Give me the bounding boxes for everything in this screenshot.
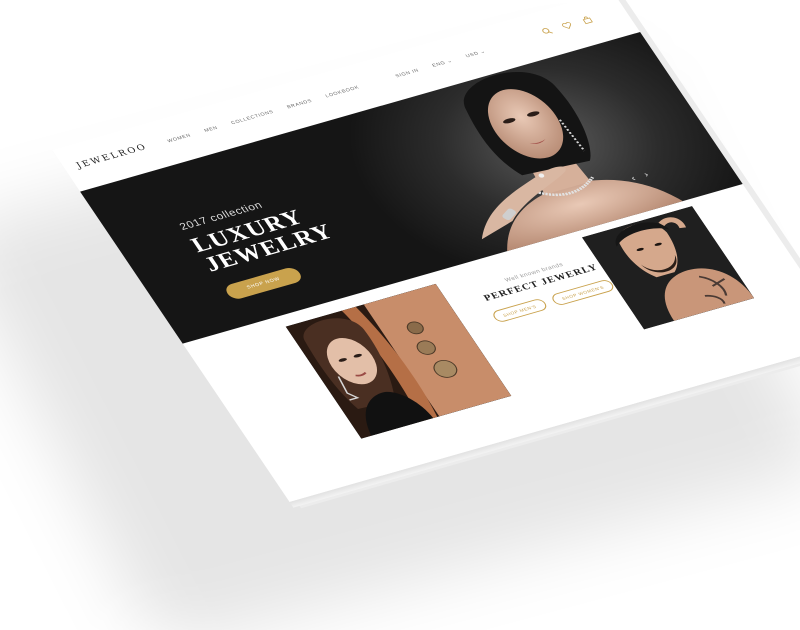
currency-select[interactable]: Eng ⌄ bbox=[431, 58, 454, 68]
nav-item-lookbook[interactable]: Lookbook bbox=[324, 85, 360, 99]
shop-mens-button[interactable]: Shop men's bbox=[490, 297, 549, 324]
nav-item-women[interactable]: Women bbox=[166, 133, 192, 144]
nav-item-brands[interactable]: Brands bbox=[286, 98, 314, 110]
header-icons bbox=[540, 15, 594, 36]
search-icon[interactable] bbox=[540, 26, 554, 36]
women-category-tile[interactable] bbox=[285, 283, 512, 439]
hero-title: LUXURY JEWELRY bbox=[186, 206, 339, 277]
nav-item-men[interactable]: Men bbox=[203, 125, 219, 133]
language-select[interactable]: USD ⌄ bbox=[465, 49, 487, 59]
heart-icon[interactable] bbox=[560, 21, 574, 31]
mockup-stage: JEWELROO Women Men Collections Brands Lo… bbox=[0, 0, 800, 630]
site-logo[interactable]: JEWELROO bbox=[75, 143, 150, 171]
header-utility-nav: Sign in Eng ⌄ USD ⌄ bbox=[394, 49, 487, 79]
shop-now-button[interactable]: Shop now bbox=[222, 265, 305, 301]
men-model-image bbox=[582, 206, 755, 330]
nav-item-collections[interactable]: Collections bbox=[230, 109, 275, 126]
currency-label: Eng bbox=[431, 60, 448, 69]
language-label: USD bbox=[464, 50, 481, 60]
men-category-tile[interactable] bbox=[582, 206, 755, 330]
sign-in-link[interactable]: Sign in bbox=[394, 68, 420, 79]
bag-icon[interactable] bbox=[580, 15, 594, 25]
women-model-image bbox=[285, 283, 512, 439]
